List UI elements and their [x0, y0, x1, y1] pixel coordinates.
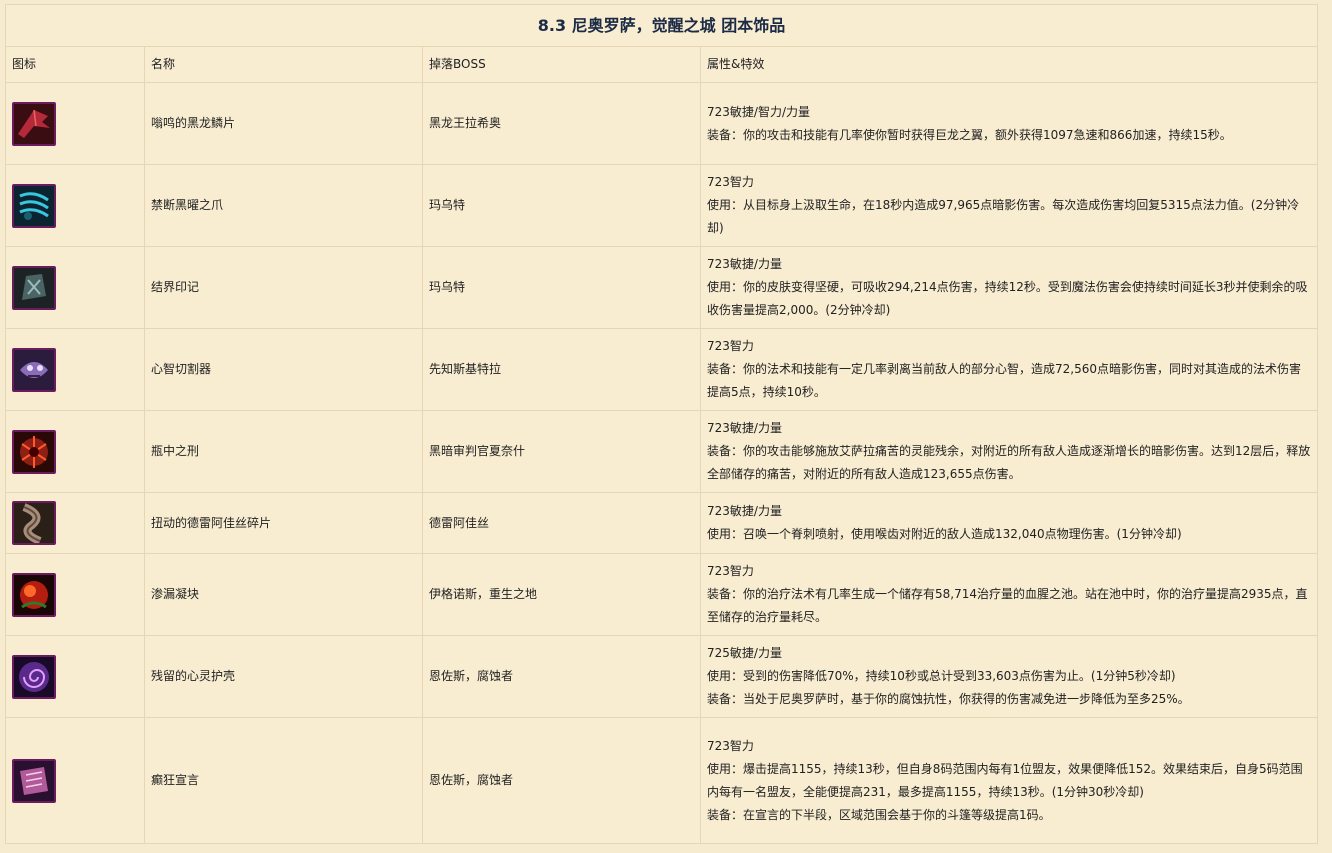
- attribute-line: 装备：在宣言的下半段，区域范围会基于你的斗篷等级提高1码。: [707, 807, 1051, 822]
- table-row: 残留的心灵护壳 恩佐斯，腐蚀者 725敏捷/力量 使用：受到的伤害降低70%，持续10…: [5, 635, 1318, 718]
- attribute-line: 725敏捷/力量: [707, 646, 782, 660]
- icon-cell: [5, 553, 145, 636]
- attribute-line: 723智力: [707, 339, 754, 353]
- header-icon: 图标: [5, 46, 145, 83]
- header-attrs: 属性&特效: [700, 46, 1318, 83]
- table-title: 8.3 尼奥罗萨，觉醒之城 团本饰品: [5, 4, 1318, 47]
- dragon-wing-icon[interactable]: [12, 101, 56, 146]
- icon-cell: [5, 410, 145, 493]
- item-name: 结界印记: [144, 246, 423, 329]
- item-attributes: 723敏捷/力量装备：你的攻击能够施放艾萨拉痛苦的灵能残余，对附近的所有敌人造成…: [700, 410, 1318, 493]
- item-name: 心智切割器: [144, 328, 423, 411]
- table-row: 结界印记 玛乌特 723敏捷/力量 使用：你的皮肤变得坚硬，可吸收294,214点伤害…: [5, 246, 1318, 329]
- icon-cell: [5, 717, 145, 844]
- attribute-line: 使用：从目标身上汲取生命，在18秒内造成97,965点暗影伤害。每次造成伤害均回…: [707, 198, 1300, 235]
- table-row: 心智切割器 先知斯基特拉 723智力 装备：你的法术和技能有一定几率剥离当前敌人的部分…: [5, 328, 1318, 411]
- item-attributes: 723智力装备：你的治疗法术有几率生成一个储存有58,714治疗量的血腥之池。站…: [700, 553, 1318, 636]
- item-name: 瓶中之刑: [144, 410, 423, 493]
- attribute-line: 装备：当处于尼奥罗萨时，基于你的腐蚀抗性，你获得的伤害减免进一步降低为至多25%…: [707, 692, 1190, 706]
- item-attributes: 723智力装备：你的法术和技能有一定几率剥离当前敌人的部分心智，造成72,560…: [700, 328, 1318, 411]
- attribute-line: 723智力: [707, 564, 754, 578]
- item-attributes: 725敏捷/力量使用：受到的伤害降低70%，持续10秒或总计受到33,603点伤…: [700, 635, 1318, 718]
- item-name: 禁断黑曜之爪: [144, 164, 423, 247]
- item-attributes: 723敏捷/力量使用：召唤一个脊刺喷射，使用喉齿对附近的敌人造成132,040点…: [700, 492, 1318, 554]
- attribute-line: 装备：你的治疗法术有几率生成一个储存有58,714治疗量的血腥之池。站在池中时，…: [707, 587, 1308, 624]
- item-attributes: 723智力使用：从目标身上汲取生命，在18秒内造成97,965点暗影伤害。每次造…: [700, 164, 1318, 247]
- icon-cell: [5, 328, 145, 411]
- icon-cell: [5, 82, 145, 165]
- attribute-line: 723敏捷/智力/力量: [707, 104, 810, 119]
- header-row: 图标 名称 掉落BOSS 属性&特效: [5, 46, 1318, 83]
- attribute-line: 723敏捷/力量: [707, 421, 782, 435]
- item-name: 渗漏凝块: [144, 553, 423, 636]
- drop-boss: 德雷阿佳丝: [422, 492, 701, 554]
- drop-boss: 先知斯基特拉: [422, 328, 701, 411]
- twisted-shard-icon[interactable]: [12, 501, 56, 545]
- table-row: 渗漏凝块 伊格诺斯，重生之地 723智力 装备：你的治疗法术有几率生成一个储存有58,…: [5, 553, 1318, 636]
- table-row: 扭动的德雷阿佳丝碎片 德雷阿佳丝 723敏捷/力量 使用：召唤一个脊刺喷射，使用喉齿对…: [5, 492, 1318, 554]
- table-row: 禁断黑曜之爪 玛乌特 723智力 使用：从目标身上汲取生命，在18秒内造成97,965…: [5, 164, 1318, 247]
- item-name: 残留的心灵护壳: [144, 635, 423, 718]
- bottled-torment-icon[interactable]: [12, 429, 56, 474]
- header-boss: 掉落BOSS: [422, 46, 701, 83]
- table-row: 嗡鸣的黑龙鳞片 黑龙王拉希奥 723敏捷/智力/力量 装备：你的攻击和技能有几率使你暂…: [5, 82, 1318, 165]
- attribute-line: 723敏捷/力量: [707, 257, 782, 271]
- attribute-line: 使用：受到的伤害降低70%，持续10秒或总计受到33,603点伤害为止。(1分钟…: [707, 669, 1176, 683]
- icon-cell: [5, 246, 145, 329]
- item-name: 扭动的德雷阿佳丝碎片: [144, 492, 423, 554]
- drop-boss: 玛乌特: [422, 246, 701, 329]
- attribute-line: 装备：你的攻击和技能有几率使你暂时获得巨龙之翼，额外获得1097急速和866加速…: [707, 127, 1232, 142]
- item-name: 嗡鸣的黑龙鳞片: [144, 82, 423, 165]
- ward-rune-icon[interactable]: [12, 265, 56, 310]
- header-name: 名称: [144, 46, 423, 83]
- seeping-clot-icon[interactable]: [12, 572, 56, 617]
- item-attributes: 723智力使用：爆击提高1155，持续13秒，但自身8码范围内每有1位盟友，效果…: [700, 717, 1318, 844]
- trinket-table: 8.3 尼奥罗萨，觉醒之城 团本饰品 图标 名称 掉落BOSS 属性&特效 嗡鸣…: [5, 4, 1318, 844]
- attribute-line: 使用：爆击提高1155，持续13秒，但自身8码范围内每有1位盟友，效果便降低15…: [707, 761, 1303, 799]
- icon-cell: [5, 492, 145, 554]
- drop-boss: 黑暗审判官夏奈什: [422, 410, 701, 493]
- drop-boss: 黑龙王拉希奥: [422, 82, 701, 165]
- attribute-line: 723敏捷/力量: [707, 504, 782, 518]
- drop-boss: 恩佐斯，腐蚀者: [422, 717, 701, 844]
- drop-boss: 恩佐斯，腐蚀者: [422, 635, 701, 718]
- psyche-shell-icon[interactable]: [12, 654, 56, 699]
- manifesto-icon[interactable]: [12, 758, 56, 803]
- attribute-line: 723智力: [707, 175, 754, 189]
- icon-cell: [5, 164, 145, 247]
- item-attributes: 723敏捷/智力/力量装备：你的攻击和技能有几率使你暂时获得巨龙之翼，额外获得1…: [700, 82, 1318, 165]
- attribute-line: 装备：你的法术和技能有一定几率剥离当前敌人的部分心智，造成72,560点暗影伤害…: [707, 362, 1301, 399]
- item-attributes: 723敏捷/力量使用：你的皮肤变得坚硬，可吸收294,214点伤害，持续12秒。…: [700, 246, 1318, 329]
- table-row: 癫狂宣言 恩佐斯，腐蚀者 723智力 使用：爆击提高1155，持续13秒，但自身8码范…: [5, 717, 1318, 844]
- claw-icon[interactable]: [12, 183, 56, 228]
- mind-slicer-icon[interactable]: [12, 347, 56, 392]
- attribute-line: 使用：召唤一个脊刺喷射，使用喉齿对附近的敌人造成132,040点物理伤害。(1分…: [707, 527, 1182, 541]
- drop-boss: 伊格诺斯，重生之地: [422, 553, 701, 636]
- attribute-line: 装备：你的攻击能够施放艾萨拉痛苦的灵能残余，对附近的所有敌人造成逐渐增长的暗影伤…: [707, 444, 1311, 481]
- table-row: 瓶中之刑 黑暗审判官夏奈什 723敏捷/力量 装备：你的攻击能够施放艾萨拉痛苦的灵能残…: [5, 410, 1318, 493]
- item-name: 癫狂宣言: [144, 717, 423, 844]
- attribute-line: 723智力: [707, 738, 754, 753]
- drop-boss: 玛乌特: [422, 164, 701, 247]
- attribute-line: 使用：你的皮肤变得坚硬，可吸收294,214点伤害，持续12秒。受到魔法伤害会使…: [707, 280, 1308, 317]
- icon-cell: [5, 635, 145, 718]
